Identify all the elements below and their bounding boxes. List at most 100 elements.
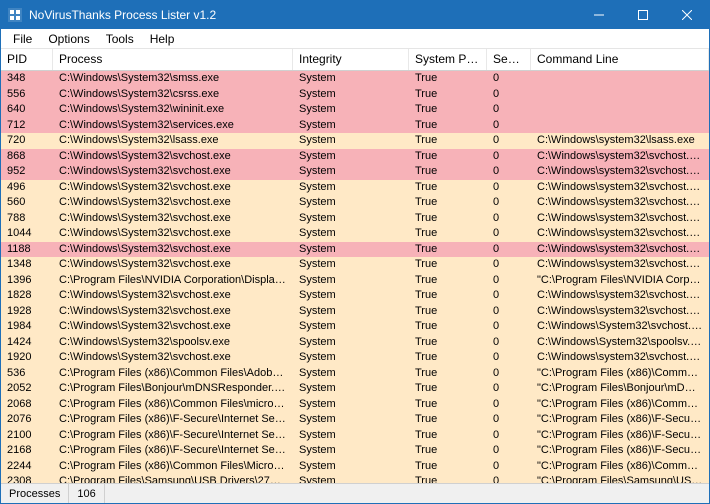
cell-command-line: "C:\Program Files (x86)\F-Secure\Interne [531, 443, 709, 459]
cell-integrity: System [293, 242, 409, 258]
cell-pid: 2076 [1, 412, 53, 428]
app-window: NoVirusThanks Process Lister v1.2 File O… [0, 0, 710, 504]
table-row[interactable]: 1188C:\Windows\System32\svchost.exeSyste… [1, 242, 709, 258]
cell-process: C:\Program Files (x86)\Common Files\Micr… [53, 459, 293, 475]
cell-command-line: C:\Windows\system32\svchost.exe -k ne [531, 195, 709, 211]
cell-process: C:\Windows\System32\svchost.exe [53, 350, 293, 366]
cell-process: C:\Program Files (x86)\Common Files\Adob… [53, 366, 293, 382]
close-button[interactable] [665, 1, 709, 29]
cell-system-process: True [409, 443, 487, 459]
statusbar: Processes 106 [1, 483, 709, 503]
cell-system-process: True [409, 319, 487, 335]
cell-system-process: True [409, 71, 487, 87]
cell-session: 0 [487, 226, 531, 242]
table-row[interactable]: 556C:\Windows\System32\csrss.exeSystemTr… [1, 87, 709, 103]
minimize-button[interactable] [577, 1, 621, 29]
maximize-button[interactable] [621, 1, 665, 29]
cell-session: 0 [487, 397, 531, 413]
table-row[interactable]: 640C:\Windows\System32\wininit.exeSystem… [1, 102, 709, 118]
cell-integrity: System [293, 459, 409, 475]
cell-pid: 348 [1, 71, 53, 87]
cell-command-line: "C:\Program Files (x86)\Common Files\Mic… [531, 397, 709, 413]
table-body[interactable]: 348C:\Windows\System32\smss.exeSystemTru… [1, 71, 709, 483]
cell-system-process: True [409, 149, 487, 165]
cell-pid: 2068 [1, 397, 53, 413]
table-row[interactable]: 788C:\Windows\System32\svchost.exeSystem… [1, 211, 709, 227]
cell-pid: 2100 [1, 428, 53, 444]
cell-system-process: True [409, 87, 487, 103]
col-header-process[interactable]: Process [53, 49, 293, 70]
app-icon [7, 7, 23, 23]
cell-session: 0 [487, 459, 531, 475]
cell-integrity: System [293, 118, 409, 134]
cell-pid: 640 [1, 102, 53, 118]
cell-integrity: System [293, 87, 409, 103]
table-row[interactable]: 1928C:\Windows\System32\svchost.exeSyste… [1, 304, 709, 320]
cell-pid: 788 [1, 211, 53, 227]
cell-integrity: System [293, 443, 409, 459]
cell-integrity: System [293, 412, 409, 428]
cell-process: C:\Windows\System32\wininit.exe [53, 102, 293, 118]
table-row[interactable]: 952C:\Windows\System32\svchost.exeSystem… [1, 164, 709, 180]
table-row[interactable]: 2308C:\Program Files\Samsung\USB Drivers… [1, 474, 709, 483]
table-row[interactable]: 2076C:\Program Files (x86)\F-Secure\Inte… [1, 412, 709, 428]
cell-integrity: System [293, 257, 409, 273]
cell-command-line: C:\Windows\system32\lsass.exe [531, 133, 709, 149]
cell-pid: 496 [1, 180, 53, 196]
menu-help[interactable]: Help [142, 30, 183, 48]
table-row[interactable]: 1348C:\Windows\System32\svchost.exeSyste… [1, 257, 709, 273]
cell-session: 0 [487, 412, 531, 428]
col-header-session[interactable]: Session [487, 49, 531, 70]
cell-integrity: System [293, 474, 409, 483]
cell-process: C:\Windows\System32\svchost.exe [53, 242, 293, 258]
table-row[interactable]: 712C:\Windows\System32\services.exeSyste… [1, 118, 709, 134]
table-row[interactable]: 2068C:\Program Files (x86)\Common Files\… [1, 397, 709, 413]
cell-integrity: System [293, 102, 409, 118]
cell-integrity: System [293, 211, 409, 227]
col-header-integrity[interactable]: Integrity [293, 49, 409, 70]
table-row[interactable]: 2168C:\Program Files (x86)\F-Secure\Inte… [1, 443, 709, 459]
cell-session: 0 [487, 319, 531, 335]
cell-pid: 2308 [1, 474, 53, 483]
cell-process: C:\Windows\System32\svchost.exe [53, 149, 293, 165]
cell-system-process: True [409, 195, 487, 211]
menu-file[interactable]: File [5, 30, 40, 48]
table-row[interactable]: 2052C:\Program Files\Bonjour\mDNSRespond… [1, 381, 709, 397]
menu-tools[interactable]: Tools [98, 30, 142, 48]
table-row[interactable]: 560C:\Windows\System32\svchost.exeSystem… [1, 195, 709, 211]
cell-session: 0 [487, 118, 531, 134]
cell-pid: 1188 [1, 242, 53, 258]
cell-pid: 1928 [1, 304, 53, 320]
cell-process: C:\Program Files (x86)\F-Secure\Internet… [53, 443, 293, 459]
table-row[interactable]: 496C:\Windows\System32\svchost.exeSystem… [1, 180, 709, 196]
col-header-command-line[interactable]: Command Line [531, 49, 709, 70]
cell-system-process: True [409, 273, 487, 289]
cell-command-line: C:\Windows\System32\spoolsv.exe [531, 335, 709, 351]
table-row[interactable]: 1044C:\Windows\System32\svchost.exeSyste… [1, 226, 709, 242]
table-row[interactable]: 1396C:\Program Files\NVIDIA Corporation\… [1, 273, 709, 289]
col-header-pid[interactable]: PID [1, 49, 53, 70]
cell-command-line: "C:\Program Files (x86)\F-Secure\Interne [531, 428, 709, 444]
menu-options[interactable]: Options [40, 30, 97, 48]
table-row[interactable]: 868C:\Windows\System32\svchost.exeSystem… [1, 149, 709, 165]
cell-system-process: True [409, 133, 487, 149]
table-row[interactable]: 1984C:\Windows\System32\svchost.exeSyste… [1, 319, 709, 335]
titlebar[interactable]: NoVirusThanks Process Lister v1.2 [1, 1, 709, 29]
table-row[interactable]: 1424C:\Windows\System32\spoolsv.exeSyste… [1, 335, 709, 351]
table-row[interactable]: 348C:\Windows\System32\smss.exeSystemTru… [1, 71, 709, 87]
table-row[interactable]: 2100C:\Program Files (x86)\F-Secure\Inte… [1, 428, 709, 444]
cell-process: C:\Program Files\NVIDIA Corporation\Disp… [53, 273, 293, 289]
table-row[interactable]: 2244C:\Program Files (x86)\Common Files\… [1, 459, 709, 475]
table-row[interactable]: 1920C:\Windows\System32\svchost.exeSyste… [1, 350, 709, 366]
cell-command-line: C:\Windows\system32\svchost.exe -k ut [531, 350, 709, 366]
table-row[interactable]: 720C:\Windows\System32\lsass.exeSystemTr… [1, 133, 709, 149]
cell-command-line: C:\Windows\system32\svchost.exe -k Lo [531, 242, 709, 258]
cell-pid: 2244 [1, 459, 53, 475]
table-row[interactable]: 536C:\Program Files (x86)\Common Files\A… [1, 366, 709, 382]
col-header-system-process[interactable]: System Process [409, 49, 487, 70]
cell-process: C:\Windows\System32\smss.exe [53, 71, 293, 87]
table-row[interactable]: 1828C:\Windows\System32\svchost.exeSyste… [1, 288, 709, 304]
cell-integrity: System [293, 273, 409, 289]
cell-session: 0 [487, 350, 531, 366]
cell-command-line [531, 118, 709, 134]
